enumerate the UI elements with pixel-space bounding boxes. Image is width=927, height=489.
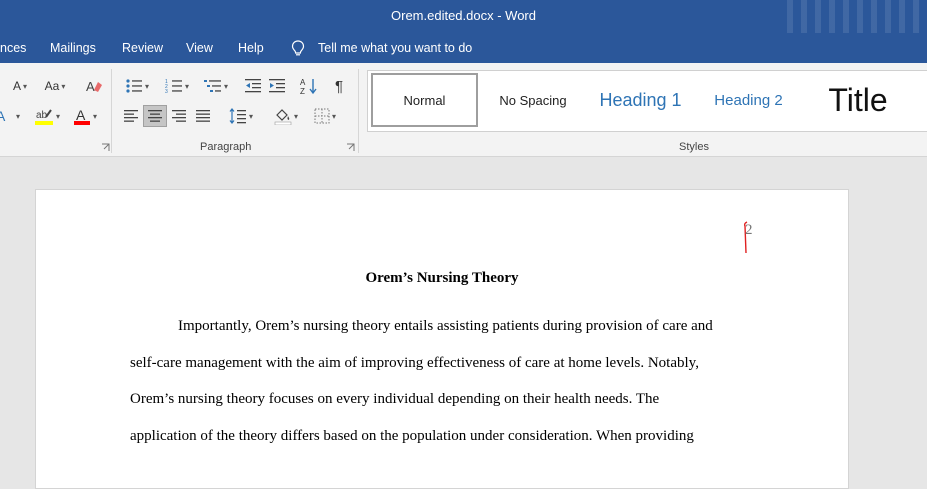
font-color-icon: A (73, 107, 90, 125)
svg-text:Z: Z (300, 87, 305, 95)
ribbon: A ▾ Aa ▾ A A ▾ ab ▾ A ▾ ▾ 1 2 3 ▾ ▾ A Z … (0, 63, 927, 157)
increase-indent-icon (269, 79, 285, 93)
decrease-indent-icon (245, 79, 261, 93)
ribbon-tabs: nces Mailings Review View Help Tell me w… (0, 33, 927, 63)
style-no-spacing[interactable]: No Spacing (483, 73, 583, 127)
multilevel-list-button[interactable]: ▾ (200, 75, 232, 97)
svg-text:ab: ab (36, 110, 48, 121)
style-heading-1[interactable]: Heading 1 (588, 73, 693, 127)
bullets-button[interactable]: ▾ (120, 75, 154, 97)
tab-help[interactable]: Help (238, 41, 264, 55)
borders-icon (314, 108, 330, 124)
eraser-icon: A (86, 79, 102, 94)
paragraph-group-label: Paragraph (200, 141, 252, 153)
align-right-icon (172, 110, 186, 122)
paragraph-line: self-care management with the aim of imp… (130, 355, 699, 371)
change-case-button[interactable]: Aa ▾ (38, 75, 72, 97)
paragraph-line: Importantly, Orem’s nursing theory entai… (178, 318, 713, 334)
borders-button[interactable]: ▾ (308, 105, 342, 127)
text-effects-icon: A (0, 108, 6, 124)
justify-button[interactable] (192, 105, 214, 127)
group-separator (111, 69, 112, 153)
align-center-button[interactable] (143, 105, 167, 127)
highlight-color-button[interactable]: ab ▾ (28, 105, 66, 127)
svg-text:3: 3 (165, 89, 168, 94)
lightbulb-icon[interactable] (291, 40, 305, 57)
text-effects-button[interactable]: A ▾ (0, 105, 20, 127)
tab-review[interactable]: Review (122, 41, 163, 55)
bullet-list-icon (126, 79, 142, 93)
svg-text:A: A (300, 78, 306, 87)
chevron-down-icon: ▾ (223, 81, 228, 91)
highlighter-icon: ab (34, 109, 53, 125)
multilevel-list-icon (203, 80, 221, 92)
title-bar: Orem.edited.docx - Word (0, 0, 927, 33)
show-formatting-button[interactable]: ¶ (329, 75, 349, 97)
chevron-down-icon: ▾ (61, 81, 66, 91)
paragraph-dialog-launcher-icon[interactable] (346, 143, 355, 152)
decrease-indent-button[interactable] (243, 75, 263, 97)
align-left-button[interactable] (120, 105, 142, 127)
sort-button[interactable]: AZ (299, 75, 319, 97)
styles-group-label: Styles (679, 141, 709, 153)
line-spacing-button[interactable]: ▾ (224, 105, 258, 127)
paragraph-line: Orem’s nursing theory focuses on every i… (130, 391, 660, 407)
numbered-list-icon: 123 (165, 79, 182, 94)
styles-gallery: Normal No Spacing Heading 1 Heading 2 Ti… (367, 70, 927, 132)
justify-icon (196, 110, 210, 122)
page-number: 2 (745, 222, 753, 238)
document-page[interactable]: 2 Orem’s Nursing Theory Importantly, Ore… (35, 189, 849, 489)
style-heading-2[interactable]: Heading 2 (701, 73, 796, 127)
svg-text:A: A (76, 107, 86, 123)
increase-indent-button[interactable] (267, 75, 287, 97)
font-color-button[interactable]: A ▾ (68, 105, 102, 127)
svg-text:A: A (0, 108, 6, 124)
align-center-icon (148, 110, 162, 122)
chevron-down-icon: ▾ (92, 111, 97, 121)
tab-mailings[interactable]: Mailings (50, 41, 96, 55)
style-normal[interactable]: Normal (371, 73, 478, 127)
font-size-button[interactable]: A ▾ (10, 75, 30, 97)
chevron-down-icon: ▾ (293, 111, 298, 121)
svg-text:A: A (86, 79, 95, 94)
chevron-down-icon: ▾ (144, 81, 149, 91)
group-separator (358, 69, 359, 153)
sort-icon: AZ (300, 78, 317, 95)
numbering-button[interactable]: 123 ▾ (160, 75, 194, 97)
align-left-icon (124, 110, 138, 122)
document-title: Orem’s Nursing Theory (365, 270, 519, 286)
font-dialog-launcher-icon[interactable] (101, 143, 110, 152)
chevron-down-icon: ▾ (184, 81, 189, 91)
clear-formatting-button[interactable]: A (84, 75, 104, 97)
chevron-down-icon: ▾ (248, 111, 253, 121)
chevron-down-icon: ▾ (23, 81, 28, 91)
paragraph-line: application of the theory differs based … (130, 428, 694, 444)
line-spacing-icon (229, 108, 246, 124)
style-title[interactable]: Title (813, 73, 903, 127)
chevron-down-icon: ▾ (331, 111, 336, 121)
chevron-down-icon: ▾ (55, 111, 60, 121)
tab-view[interactable]: View (186, 41, 213, 55)
chevron-down-icon: ▾ (15, 111, 20, 121)
shading-button[interactable]: ▾ (269, 105, 303, 127)
title-bar-pattern (787, 0, 927, 33)
tell-me-search[interactable]: Tell me what you want to do (318, 41, 472, 55)
align-right-button[interactable] (168, 105, 190, 127)
pilcrow-icon: ¶ (334, 77, 344, 95)
tab-references[interactable]: nces (0, 41, 26, 55)
document-canvas[interactable]: 2 Orem’s Nursing Theory Importantly, Ore… (0, 157, 927, 489)
paint-bucket-icon (274, 109, 292, 125)
